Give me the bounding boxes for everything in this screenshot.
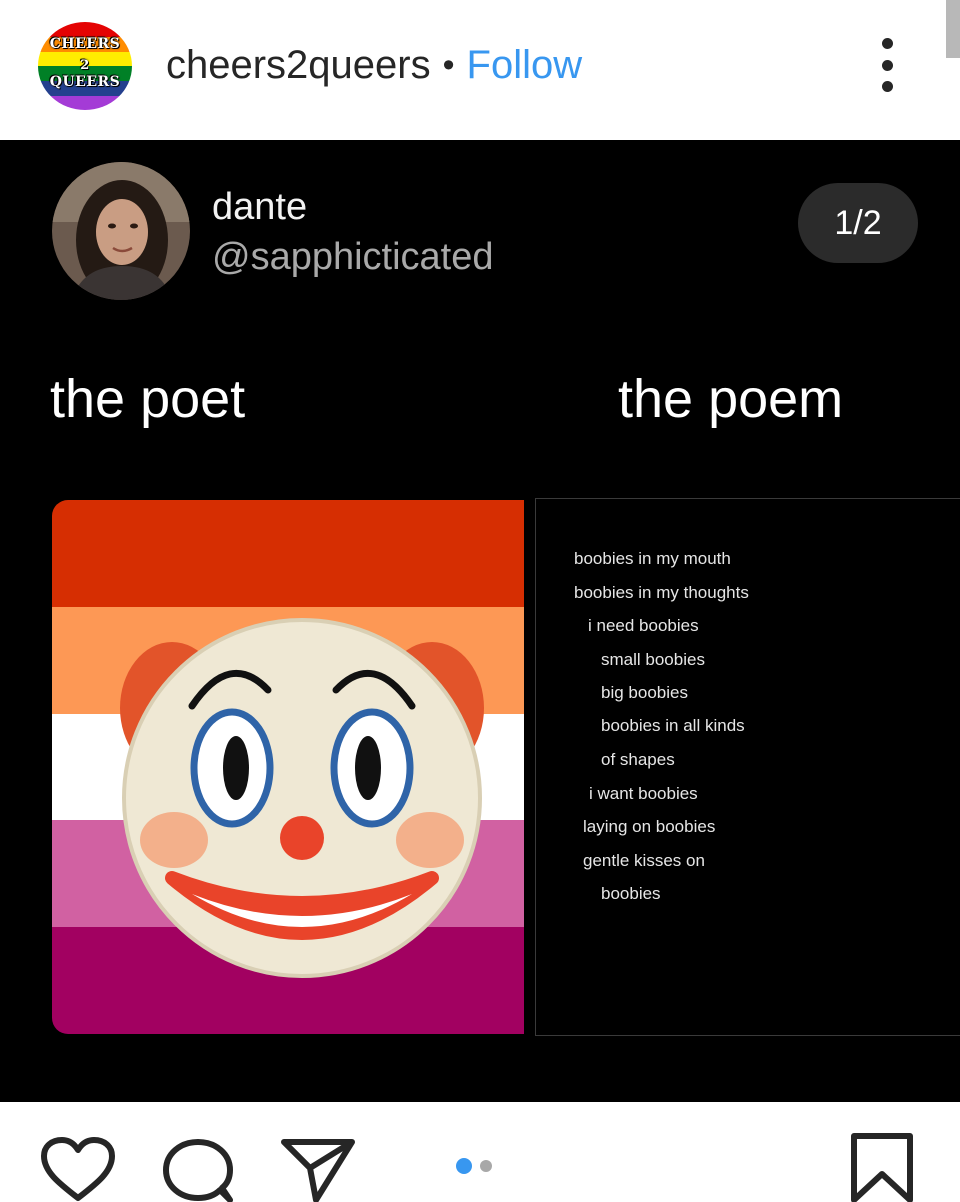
person-photo-icon xyxy=(52,162,190,300)
more-dot xyxy=(881,59,893,71)
carousel-dot-active xyxy=(456,1158,472,1174)
poem-line: i want boobies xyxy=(589,784,698,803)
poem-line: big boobies xyxy=(601,683,688,702)
account-username[interactable]: cheers2queers xyxy=(166,43,431,88)
poem-line: boobies in my mouth xyxy=(574,549,731,568)
account-row: cheers2queers • Follow xyxy=(166,40,582,90)
poem-line: gentle kisses on xyxy=(583,851,705,870)
tweet-display-name: dante xyxy=(212,186,308,228)
label-the-poem: the poem xyxy=(618,369,844,429)
heart-icon[interactable] xyxy=(40,1136,116,1202)
carousel-indicator xyxy=(456,1158,492,1174)
logo-text-line2: 2 xyxy=(80,58,90,73)
follow-button[interactable]: Follow xyxy=(467,43,583,88)
tweet-handle: @sapphicticated xyxy=(212,236,494,278)
more-dot xyxy=(881,81,893,92)
more-options-icon[interactable] xyxy=(870,38,904,92)
poem-line: boobies in my thoughts xyxy=(574,583,749,602)
label-the-poet: the poet xyxy=(50,369,246,429)
post-header: CHEERS 2 QUEERS cheers2queers • Follow xyxy=(0,0,960,140)
carousel-counter: 1/2 xyxy=(798,183,918,263)
poem-line: of shapes xyxy=(601,750,675,769)
scrollbar-thumb[interactable] xyxy=(946,0,960,58)
poem-line: boobies in all kinds xyxy=(601,716,745,735)
tweet-author-avatar xyxy=(52,162,190,300)
bookmark-icon[interactable] xyxy=(850,1132,914,1202)
more-dot xyxy=(881,38,893,49)
poem-line: boobies xyxy=(601,884,661,903)
action-bar xyxy=(0,1102,960,1202)
share-icon[interactable] xyxy=(280,1136,356,1202)
comment-icon[interactable] xyxy=(160,1136,236,1202)
poem-line: i need boobies xyxy=(588,616,699,635)
account-avatar[interactable]: CHEERS 2 QUEERS xyxy=(38,22,132,110)
clown-face-icon xyxy=(120,618,484,978)
logo-text-line3: QUEERS xyxy=(49,74,121,90)
poem-panel: boobies in my mouth boobies in my though… xyxy=(535,498,960,1036)
poem-line: laying on boobies xyxy=(583,817,716,836)
post-image[interactable]: dante @sapphicticated 1/2 the poet the p… xyxy=(0,140,960,1102)
logo-text-line1: CHEERS xyxy=(49,36,121,52)
poem-line: small boobies xyxy=(601,650,705,669)
carousel-dot-inactive xyxy=(480,1160,492,1172)
separator-dot: • xyxy=(442,45,455,84)
